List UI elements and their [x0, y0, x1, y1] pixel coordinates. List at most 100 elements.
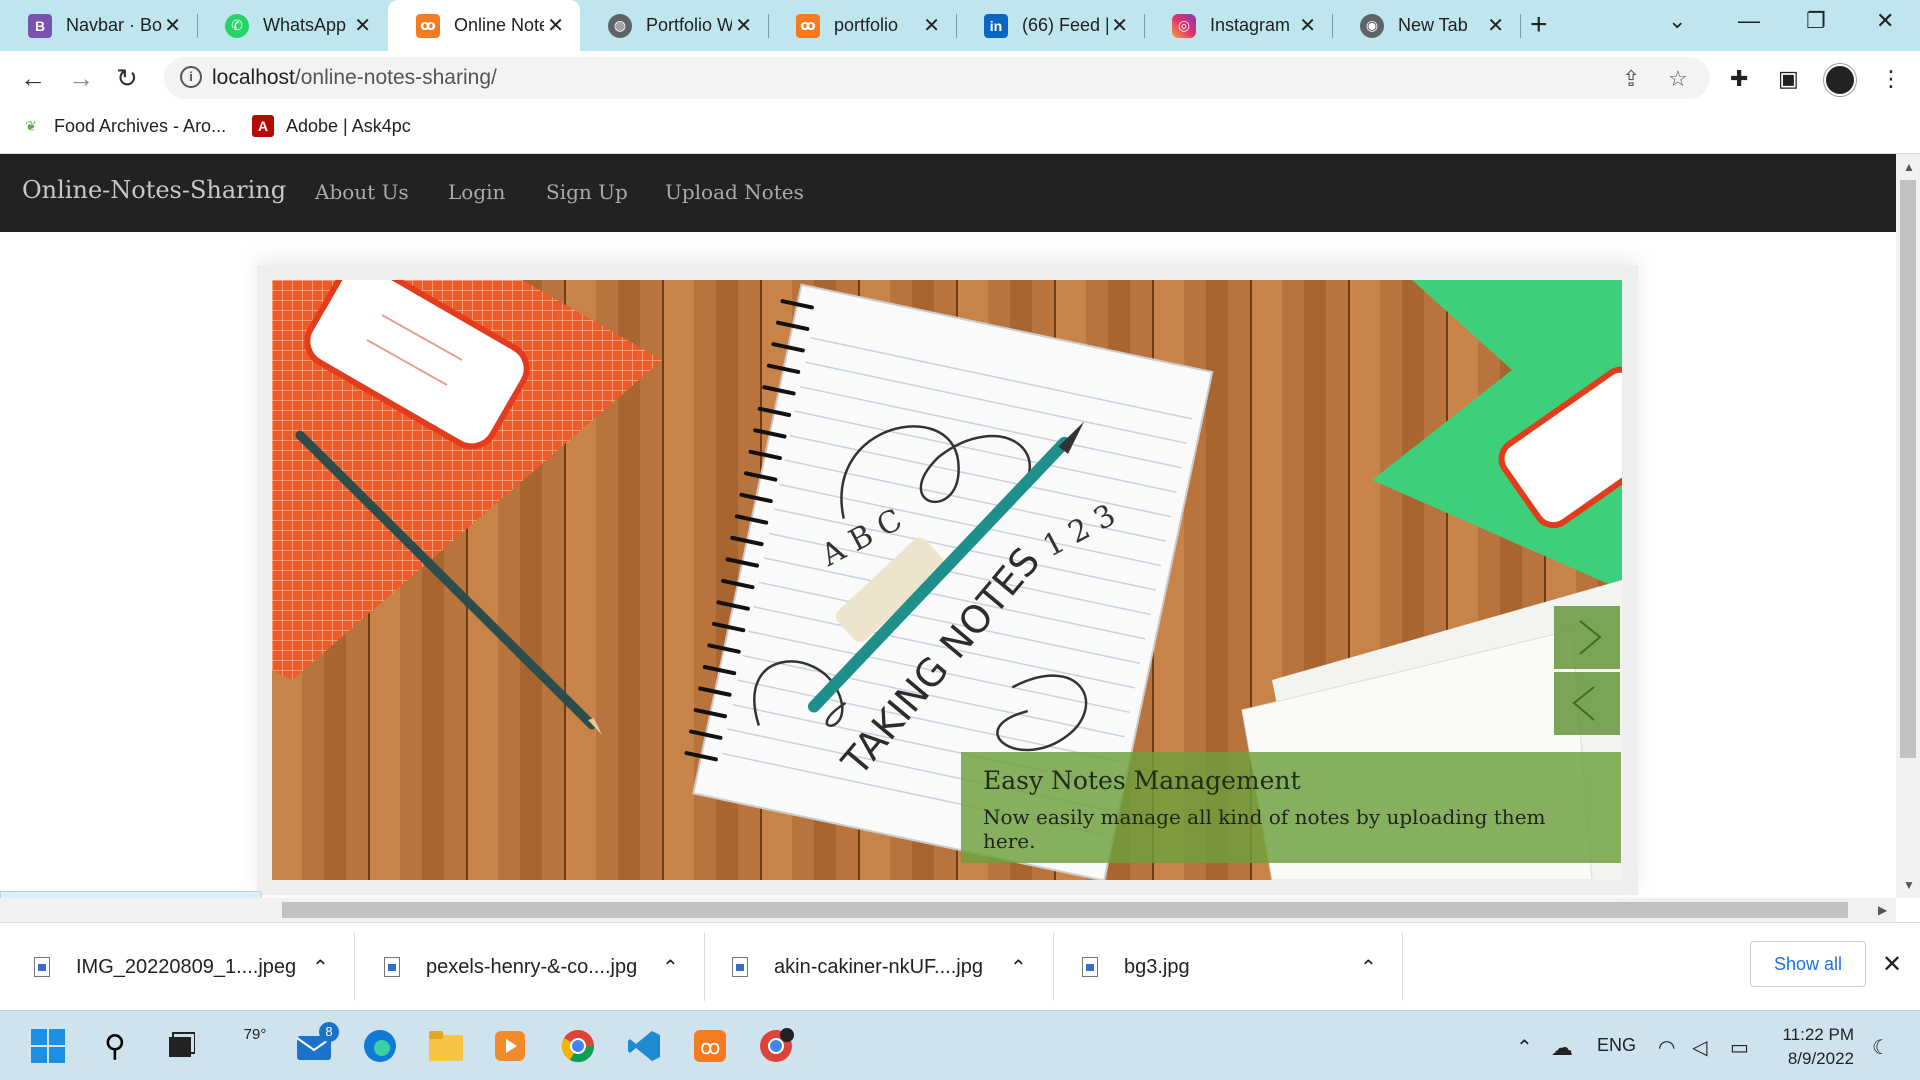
tab-search-chevron-icon[interactable]: ⌄ [1668, 8, 1686, 34]
chrome-icon: ◉ [1360, 13, 1384, 38]
tab-new-tab[interactable]: ◉ New Tab ✕ [1332, 0, 1520, 51]
onedrive-cloud-icon[interactable]: ☁ [1551, 1035, 1573, 1061]
site-info-icon[interactable]: i [180, 66, 202, 88]
back-arrow-icon[interactable]: ← [20, 63, 46, 94]
download-item[interactable]: IMG_20220809_1....jpeg ⌃ [34, 923, 354, 1011]
tab-separator [1520, 14, 1521, 38]
download-item[interactable]: akin-cakiner-nkUF....jpg ⌃ [732, 923, 1052, 1011]
tab-linkedin[interactable]: in (66) Feed | L ✕ [956, 0, 1144, 51]
tab-instagram[interactable]: ◎ Instagram ✕ [1144, 0, 1332, 51]
leaf-icon: ❦ [25, 117, 37, 134]
chevron-up-icon[interactable]: ⌃ [662, 955, 679, 980]
address-url[interactable]: localhost/online-notes-sharing/ [212, 66, 497, 90]
download-item[interactable]: pexels-henry-&-co....jpg ⌃ [384, 923, 704, 1011]
tab-title: (66) Feed | L [1022, 15, 1108, 35]
chrome-profile-icon[interactable] [756, 1026, 796, 1066]
profile-avatar[interactable] [1824, 64, 1856, 96]
bookmarks-bar: ❦ Food Archives - Aro... A Adobe | Ask4p… [0, 107, 1920, 154]
scroll-up-arrow-icon[interactable]: ▲ [1903, 160, 1915, 174]
chevron-up-icon[interactable]: ⌃ [1360, 955, 1377, 980]
close-icon[interactable]: ✕ [547, 13, 564, 38]
carousel: A B C 1 2 3 TAKING NOTES Easy Notes Mana… [257, 265, 1638, 895]
side-panel-icon[interactable]: ▣ [1778, 66, 1799, 92]
vscode-icon[interactable] [624, 1026, 664, 1066]
file-explorer-icon[interactable] [426, 1026, 466, 1066]
mail-icon[interactable]: 8 [295, 1022, 339, 1066]
download-separator [1053, 933, 1054, 1001]
nav-about-us[interactable]: About Us [315, 180, 409, 204]
edge-browser-icon[interactable] [360, 1026, 400, 1066]
svg-text:ꝏ: ꝏ [700, 1035, 720, 1059]
restore-icon[interactable]: ❐ [1806, 8, 1826, 34]
close-icon[interactable]: ✕ [1111, 13, 1128, 38]
minimize-icon[interactable]: — [1738, 8, 1760, 34]
volume-icon[interactable]: ◁ [1692, 1035, 1707, 1060]
chevron-up-icon[interactable]: ⌃ [1010, 955, 1027, 980]
task-view-icon[interactable] [160, 1026, 200, 1066]
url-host: localhost [212, 66, 295, 89]
image-file-icon [732, 957, 748, 977]
image-file-icon [384, 957, 400, 977]
start-windows-icon[interactable] [28, 1026, 68, 1066]
xampp-icon[interactable]: ꝏ [690, 1026, 730, 1066]
close-icon[interactable]: ✕ [1487, 13, 1504, 38]
tab-portfolio-w[interactable]: ◍ Portfolio W ✕ [580, 0, 768, 51]
close-icon[interactable]: ✕ [923, 13, 940, 38]
clock[interactable]: 11:22 PM 8/9/2022 [1772, 1023, 1854, 1071]
download-filename: akin-cakiner-nkUF....jpg [774, 955, 983, 978]
battery-icon[interactable]: ▭ [1730, 1035, 1749, 1060]
close-icon[interactable]: ✕ [354, 13, 371, 38]
weather-widget[interactable]: 79° [235, 1026, 275, 1066]
close-icon[interactable]: ✕ [164, 13, 181, 38]
more-menu-icon[interactable]: ⋮ [1880, 66, 1902, 92]
tab-portfolio[interactable]: ꝏ portfolio ✕ [768, 0, 956, 51]
language-indicator[interactable]: ENG [1597, 1035, 1636, 1056]
address-bar[interactable]: i localhost/online-notes-sharing/ ⇪ ☆ [164, 57, 1710, 99]
tab-title: Online Notes [454, 15, 544, 35]
download-filename: IMG_20220809_1....jpeg [76, 955, 297, 978]
nav-sign-up[interactable]: Sign Up [546, 180, 628, 204]
tab-whatsapp[interactable]: ✆ WhatsApp ✕ [197, 0, 387, 51]
tab-navbar[interactable]: B Navbar · Bo ✕ [0, 0, 197, 51]
close-window-icon[interactable]: ✕ [1876, 8, 1894, 34]
close-icon[interactable]: ✕ [735, 13, 752, 38]
horizontal-scroll-thumb[interactable] [282, 902, 1848, 918]
download-separator [704, 933, 705, 1001]
chrome-icon[interactable] [558, 1026, 598, 1066]
show-all-button[interactable]: Show all [1750, 941, 1866, 987]
image-file-icon [34, 957, 50, 977]
vertical-scroll-thumb[interactable] [1900, 180, 1916, 758]
browser-toolbar: ← → ↻ i localhost/online-notes-sharing/ … [0, 51, 1920, 107]
close-icon[interactable]: ✕ [1299, 13, 1316, 38]
instagram-icon: ◎ [1172, 13, 1196, 38]
carousel-prev-button[interactable] [1554, 672, 1620, 735]
media-player-icon[interactable] [490, 1026, 530, 1066]
notification-moon-icon[interactable]: ☾ [1872, 1035, 1890, 1060]
nav-login[interactable]: Login [448, 180, 505, 204]
bookmark-adobe[interactable]: A Adobe | Ask4pc [252, 115, 411, 137]
new-tab-plus-icon[interactable]: + [1530, 8, 1548, 42]
carousel-slide-image: A B C 1 2 3 TAKING NOTES Easy Notes Mana… [272, 280, 1622, 880]
share-icon[interactable]: ⇪ [1622, 66, 1640, 92]
scroll-right-arrow-icon[interactable]: ▶ [1878, 903, 1887, 917]
chevron-up-icon[interactable]: ⌃ [1516, 1035, 1533, 1060]
bookmark-food-archives[interactable]: ❦ Food Archives - Aro... [20, 115, 226, 137]
wifi-icon[interactable]: ◠ [1658, 1035, 1675, 1060]
mail-badge: 8 [319, 1022, 339, 1042]
site-navbar: Online-Notes-Sharing About Us Login Sign… [0, 154, 1896, 232]
reload-icon[interactable]: ↻ [116, 63, 138, 94]
chevron-up-icon[interactable]: ⌃ [312, 955, 329, 980]
scroll-down-arrow-icon[interactable]: ▼ [1903, 878, 1915, 892]
search-icon[interactable]: ⚲ [95, 1026, 135, 1066]
close-shelf-icon[interactable]: ✕ [1882, 950, 1902, 979]
site-brand[interactable]: Online-Notes-Sharing [22, 176, 286, 204]
download-item[interactable]: bg3.jpg ⌃ [1082, 923, 1402, 1011]
caption-text: Now easily manage all kind of notes by u… [983, 805, 1546, 853]
forward-arrow-icon[interactable]: → [68, 63, 94, 94]
carousel-next-button[interactable] [1554, 606, 1620, 669]
bookmark-star-icon[interactable]: ☆ [1668, 66, 1688, 92]
tab-online-notes[interactable]: ꝏ Online Notes ✕ [388, 0, 580, 51]
extensions-puzzle-icon[interactable]: ✚ [1730, 66, 1748, 92]
nav-upload-notes[interactable]: Upload Notes [665, 180, 804, 204]
bookmark-label: Adobe | Ask4pc [286, 115, 411, 136]
